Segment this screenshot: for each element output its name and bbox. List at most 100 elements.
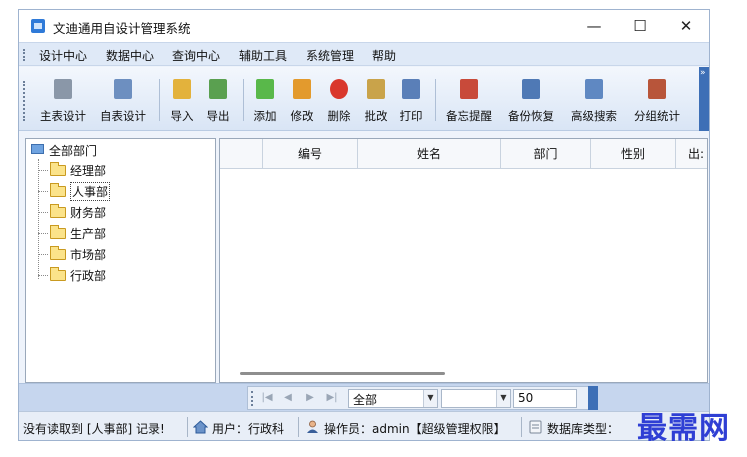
status-db-type: 数据库类型：: [547, 422, 620, 436]
grid-header-name[interactable]: 姓名: [358, 139, 501, 169]
menu-design-center[interactable]: 设计中心: [39, 47, 87, 64]
chevron-down-icon: ▼: [496, 390, 510, 407]
tree-node-label: 人事部: [70, 182, 111, 201]
menu-query-center[interactable]: 查询中心: [172, 47, 220, 64]
navigator-overflow-button[interactable]: [588, 386, 598, 410]
next-record-button[interactable]: ▶: [303, 390, 317, 406]
print-button[interactable]: 打印: [394, 73, 428, 127]
title-bar: 文迪通用自设计管理系统 — ☐ ✕: [19, 10, 709, 42]
tree-root-label: 全部部门: [49, 144, 98, 158]
tree-node-label: 财务部: [70, 206, 107, 220]
memo-reminder-label: 备忘提醒: [446, 109, 492, 123]
first-record-button[interactable]: |◀: [260, 390, 274, 406]
folder-icon: [50, 204, 66, 218]
print-label: 打印: [399, 109, 423, 123]
backup-restore-button[interactable]: 备份恢复: [502, 73, 560, 127]
window-title: 文迪通用自设计管理系统: [53, 21, 191, 36]
toolbar-separator: [435, 79, 436, 121]
calendar-31-icon: [460, 79, 478, 99]
folder-icon: [50, 267, 66, 281]
add-button[interactable]: 添加: [248, 73, 282, 127]
navigator-grip[interactable]: [251, 391, 254, 406]
grid-header-id[interactable]: 编号: [263, 139, 358, 169]
app-icon: [31, 19, 45, 33]
batch-edit-label: 批改: [364, 109, 388, 123]
tree-node-admin-dept[interactable]: 行政部: [38, 266, 158, 284]
minimize-button[interactable]: —: [571, 10, 617, 42]
status-separator: [521, 417, 522, 437]
tree-node-label: 行政部: [70, 269, 107, 283]
grid-header: 编号 姓名 部门 性别 出:: [220, 139, 707, 169]
pencil-icon: [293, 79, 311, 99]
department-tree: 全部部门 经理部 人事部 财务部 生产部 市场部 行政部: [25, 138, 216, 383]
main-table-design-button[interactable]: 主表设计: [35, 73, 91, 127]
advanced-search-label: 高级搜索: [571, 109, 617, 123]
export-label: 导出: [206, 109, 230, 123]
sub-table-design-button[interactable]: 自表设计: [95, 73, 151, 127]
previous-record-button[interactable]: ◀: [281, 390, 295, 406]
menu-data-center[interactable]: 数据中心: [106, 47, 154, 64]
main-table-design-label: 主表设计: [40, 109, 86, 123]
tree-node-label: 生产部: [70, 227, 107, 241]
menubar-grip[interactable]: [23, 49, 26, 61]
maximize-button[interactable]: ☐: [617, 10, 663, 42]
tree-node-label: 市场部: [70, 248, 107, 262]
menu-help[interactable]: 帮助: [372, 47, 396, 64]
sub-table-design-label: 自表设计: [100, 109, 146, 123]
tree-node-production-dept[interactable]: 生产部: [38, 224, 158, 242]
add-document-icon: [256, 79, 274, 99]
grid-header-gender[interactable]: 性别: [591, 139, 676, 169]
delete-label: 删除: [327, 109, 351, 123]
folder-icon: [50, 162, 66, 176]
tree-node-manager-dept[interactable]: 经理部: [38, 161, 158, 179]
delete-icon: [330, 79, 348, 99]
export-button[interactable]: 导出: [201, 73, 235, 127]
toolbar-overflow-button[interactable]: [699, 67, 709, 131]
grid-header-selector[interactable]: [220, 139, 263, 169]
backup-restore-label: 备份恢复: [508, 109, 554, 123]
import-button[interactable]: 导入: [165, 73, 199, 127]
edit-button[interactable]: 修改: [285, 73, 319, 127]
tree-node-hr-dept[interactable]: 人事部: [38, 182, 158, 201]
batch-edit-button[interactable]: 批改: [359, 73, 393, 127]
database-icon: [529, 420, 542, 434]
status-user: 用户：行政科: [212, 422, 285, 436]
data-grid: 编号 姓名 部门 性别 出:: [219, 138, 708, 383]
status-separator: [187, 417, 188, 437]
add-label: 添加: [253, 109, 277, 123]
home-icon: [193, 420, 208, 434]
menu-system-management[interactable]: 系统管理: [306, 47, 354, 64]
grid-header-truncated[interactable]: 出:: [676, 139, 707, 169]
folder-icon: [50, 225, 66, 239]
grid-header-department[interactable]: 部门: [501, 139, 591, 169]
filter-select[interactable]: 全部 ▼: [348, 389, 438, 408]
advanced-search-button[interactable]: 高级搜索: [565, 73, 623, 127]
page-size-value: 50: [518, 391, 534, 405]
delete-button[interactable]: 删除: [322, 73, 356, 127]
last-record-button[interactable]: ▶|: [325, 390, 339, 406]
memo-reminder-button[interactable]: 备忘提醒: [440, 73, 498, 127]
toolbar: 主表设计 自表设计 导入 导出 添加 修改 删除 批改 打印 备忘提醒 备份恢复…: [19, 67, 709, 131]
close-button[interactable]: ✕: [663, 10, 709, 42]
page-size-input[interactable]: 50: [513, 389, 577, 408]
status-bar: 没有读取到 [人事部] 记录! 用户：行政科 操作员：admin【超级管理权限】…: [19, 411, 709, 440]
menu-bar: 设计中心 数据中心 查询中心 辅助工具 系统管理 帮助: [19, 42, 709, 66]
tree-node-finance-dept[interactable]: 财务部: [38, 203, 158, 221]
folder-icon: [50, 246, 66, 260]
floppy-disk-icon: [522, 79, 540, 99]
navigator-strip: |◀ ◀ ▶ ▶| 全部 ▼ ▼ 50: [19, 383, 709, 411]
app-window: 文迪通用自设计管理系统 — ☐ ✕ 设计中心 数据中心 查询中心 辅助工具 系统…: [18, 9, 710, 441]
group-statistics-button[interactable]: 分组统计: [628, 73, 686, 127]
menu-aux-tools[interactable]: 辅助工具: [239, 47, 287, 64]
filter-value: 全部: [353, 393, 378, 407]
horizontal-scrollbar[interactable]: [240, 372, 445, 375]
export-document-icon: [209, 79, 227, 99]
status-operator: 操作员：admin【超级管理权限】: [324, 422, 506, 436]
import-label: 导入: [170, 109, 194, 123]
toolbar-grip[interactable]: [23, 81, 26, 121]
secondary-filter-select[interactable]: ▼: [441, 389, 511, 408]
tree-node-marketing-dept[interactable]: 市场部: [38, 245, 158, 263]
tree-node-label: 经理部: [70, 164, 107, 178]
status-separator: [298, 417, 299, 437]
printer-icon: [402, 79, 420, 99]
